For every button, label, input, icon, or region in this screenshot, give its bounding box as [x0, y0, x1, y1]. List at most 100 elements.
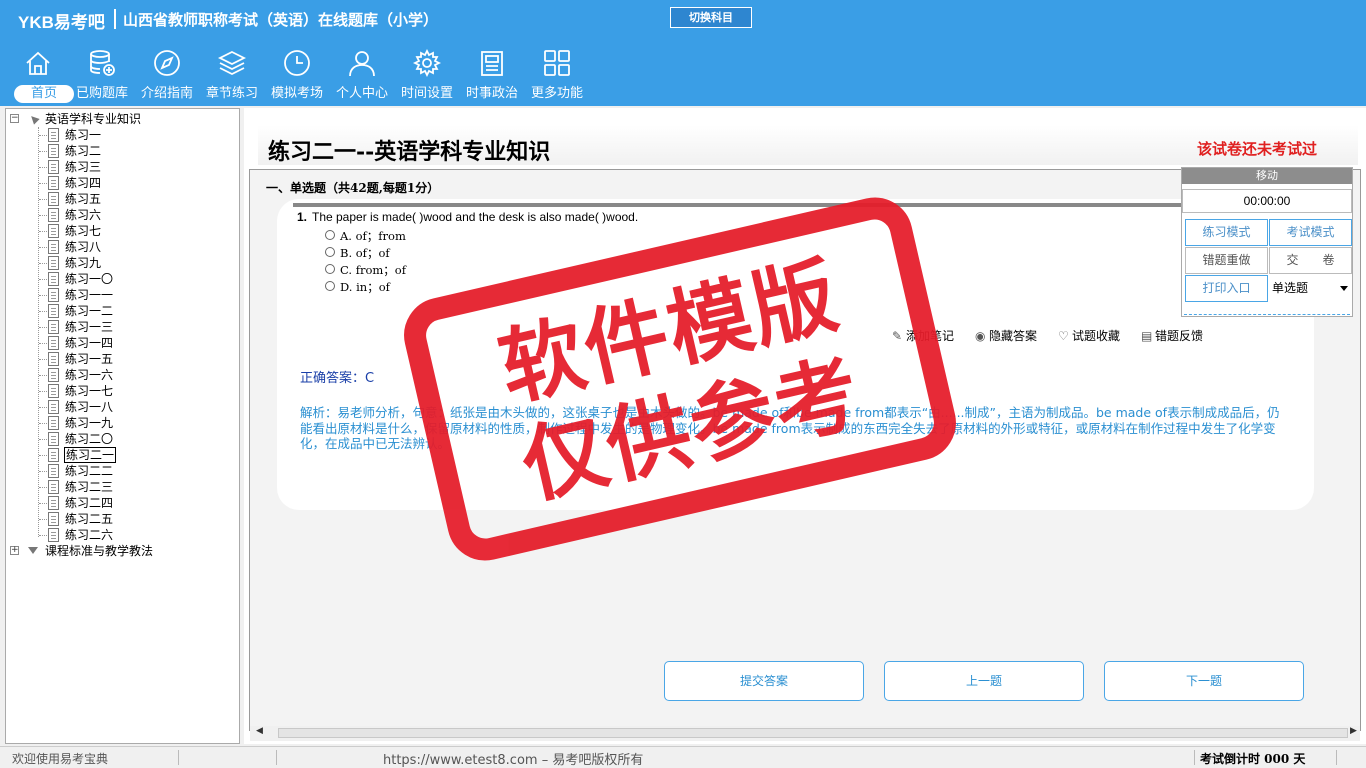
radio-button[interactable]	[325, 264, 335, 274]
radio-button[interactable]	[325, 281, 335, 291]
document-icon	[48, 464, 59, 478]
tree-leaf[interactable]: 练习二一	[6, 447, 206, 463]
next-question-button[interactable]: 下一题	[1104, 661, 1304, 701]
document-icon	[48, 304, 59, 318]
hide-answer-button[interactable]: ◉ 隐藏答案	[975, 327, 1037, 343]
tree-leaf[interactable]: 练习二二	[6, 463, 206, 479]
question-type-value: 单选题	[1272, 281, 1309, 295]
tree-leaf-label[interactable]: 练习三	[64, 159, 102, 175]
tree-leaf[interactable]: 练习一九	[6, 415, 206, 431]
tree-leaf-label[interactable]: 练习二一	[64, 447, 117, 463]
tree-leaf[interactable]: 练习一	[6, 127, 206, 143]
tree-leaf-label[interactable]: 练习一五	[64, 351, 114, 367]
tree-leaf-label[interactable]: 练习二五	[64, 511, 114, 527]
favorite-button[interactable]: ♡ 试题收藏	[1058, 327, 1120, 343]
exam-mode-button[interactable]: 考试模式	[1269, 219, 1352, 246]
nav-more[interactable]: 更多功能	[525, 46, 589, 104]
scroll-thumb[interactable]	[278, 728, 1348, 738]
nav-chapter[interactable]: 章节练习	[200, 46, 264, 104]
tree-leaf-label[interactable]: 练习一四	[64, 335, 114, 351]
tree-leaf[interactable]: 练习一〇	[6, 271, 206, 287]
horizontal-scrollbar[interactable]: ◀ ▶	[250, 726, 1360, 741]
tree-leaf[interactable]: 练习二三	[6, 479, 206, 495]
tree-leaf-label[interactable]: 练习一九	[64, 415, 114, 431]
tree-leaf-label[interactable]: 练习二〇	[64, 431, 114, 447]
tree-leaf[interactable]: 练习九	[6, 255, 206, 271]
tree-leaf-label[interactable]: 练习一八	[64, 399, 114, 415]
nav-profile[interactable]: 个人中心	[330, 46, 394, 104]
tree-leaf-label[interactable]: 练习二	[64, 143, 102, 159]
report-error-button[interactable]: ▤ 错题反馈	[1141, 327, 1203, 343]
question-type-select[interactable]: 单选题	[1269, 276, 1352, 301]
tree-collapsed-label[interactable]: 课程标准与教学教法	[44, 543, 154, 559]
tree-leaf-label[interactable]: 练习六	[64, 207, 102, 223]
tree-leaf[interactable]: 练习一一	[6, 287, 206, 303]
tree-leaf[interactable]: 练习一六	[6, 367, 206, 383]
tree-leaf[interactable]: 练习一七	[6, 383, 206, 399]
option-label: A. of；from	[340, 229, 406, 243]
tree-leaf-label[interactable]: 练习二二	[64, 463, 114, 479]
switch-subject-button[interactable]: 切换科目	[670, 7, 752, 28]
tree-root-label[interactable]: 英语学科专业知识	[44, 111, 142, 127]
practice-mode-button[interactable]: 练习模式	[1185, 219, 1268, 246]
tree-leaf-label[interactable]: 练习一三	[64, 319, 114, 335]
submit-answer-button[interactable]: 提交答案	[664, 661, 864, 701]
tree-leaf-label[interactable]: 练习一一	[64, 287, 114, 303]
tree-root-node[interactable]: − 英语学科专业知识	[6, 111, 236, 127]
collapse-toggle-icon[interactable]: −	[10, 114, 19, 123]
tree-leaf-label[interactable]: 练习二六	[64, 527, 114, 543]
scroll-right-icon[interactable]: ▶	[1350, 726, 1357, 736]
tree-leaf-label[interactable]: 练习一六	[64, 367, 114, 383]
tree-leaf[interactable]: 练习四	[6, 175, 206, 191]
tree-leaf-label[interactable]: 练习一二	[64, 303, 114, 319]
redo-wrong-button[interactable]: 错题重做	[1185, 247, 1268, 274]
tree-leaf-label[interactable]: 练习一〇	[64, 271, 114, 287]
tree-leaf-label[interactable]: 练习一七	[64, 383, 114, 399]
tree-leaf[interactable]: 练习一二	[6, 303, 206, 319]
tree-line	[39, 343, 47, 344]
status-bar: 欢迎使用易考宝典 https://www.etest8.com – 易考吧版权所…	[0, 746, 1366, 768]
radio-button[interactable]	[325, 247, 335, 257]
tree-leaf-label[interactable]: 练习二四	[64, 495, 114, 511]
tree-leaf-label[interactable]: 练习一	[64, 127, 102, 143]
tree-leaf-label[interactable]: 练习九	[64, 255, 102, 271]
tree-leaf[interactable]: 练习二六	[6, 527, 206, 543]
tree-leaf[interactable]: 练习三	[6, 159, 206, 175]
tree-leaf-label[interactable]: 练习五	[64, 191, 102, 207]
tree-leaf[interactable]: 练习二五	[6, 511, 206, 527]
tree-line	[39, 423, 47, 424]
tree-leaf-label[interactable]: 练习二三	[64, 479, 114, 495]
folder-closed-icon	[28, 547, 38, 554]
nav-time-settings[interactable]: 时间设置	[395, 46, 459, 104]
tree-leaf-label[interactable]: 练习七	[64, 223, 102, 239]
scroll-left-icon[interactable]: ◀	[256, 726, 263, 736]
tree-leaf[interactable]: 练习一五	[6, 351, 206, 367]
add-note-button[interactable]: ✎ 添加笔记	[892, 327, 954, 343]
expand-toggle-icon[interactable]: +	[10, 546, 19, 555]
tree-leaf[interactable]: 练习二四	[6, 495, 206, 511]
tree-leaf[interactable]: 练习二	[6, 143, 206, 159]
tree-leaf[interactable]: 练习七	[6, 223, 206, 239]
tree-collapsed-node[interactable]: + 课程标准与教学教法	[6, 543, 236, 559]
tree-leaf[interactable]: 练习八	[6, 239, 206, 255]
tree-leaf[interactable]: 练习一四	[6, 335, 206, 351]
nav-purchased[interactable]: 已购题库	[70, 46, 134, 104]
tree-leaf[interactable]: 练习五	[6, 191, 206, 207]
document-icon	[48, 352, 59, 366]
hand-in-button[interactable]: 交 卷	[1269, 247, 1352, 274]
nav-mock-exam[interactable]: 模拟考场	[265, 46, 329, 104]
tree-leaf-label[interactable]: 练习四	[64, 175, 102, 191]
radio-button[interactable]	[325, 230, 335, 240]
nav-home[interactable]: 首页	[6, 46, 74, 104]
print-button[interactable]: 打印入口	[1185, 275, 1268, 302]
nav-guide[interactable]: 介绍指南	[135, 46, 199, 104]
report-label: 错题反馈	[1155, 329, 1204, 343]
nav-current-affairs[interactable]: 时事政治	[460, 46, 524, 104]
tree-leaf[interactable]: 练习一三	[6, 319, 206, 335]
panel-drag-handle[interactable]: 移动	[1182, 168, 1352, 184]
prev-question-button[interactable]: 上一题	[884, 661, 1084, 701]
tree-leaf[interactable]: 练习六	[6, 207, 206, 223]
tree-leaf[interactable]: 练习二〇	[6, 431, 206, 447]
tree-leaf[interactable]: 练习一八	[6, 399, 206, 415]
tree-leaf-label[interactable]: 练习八	[64, 239, 102, 255]
